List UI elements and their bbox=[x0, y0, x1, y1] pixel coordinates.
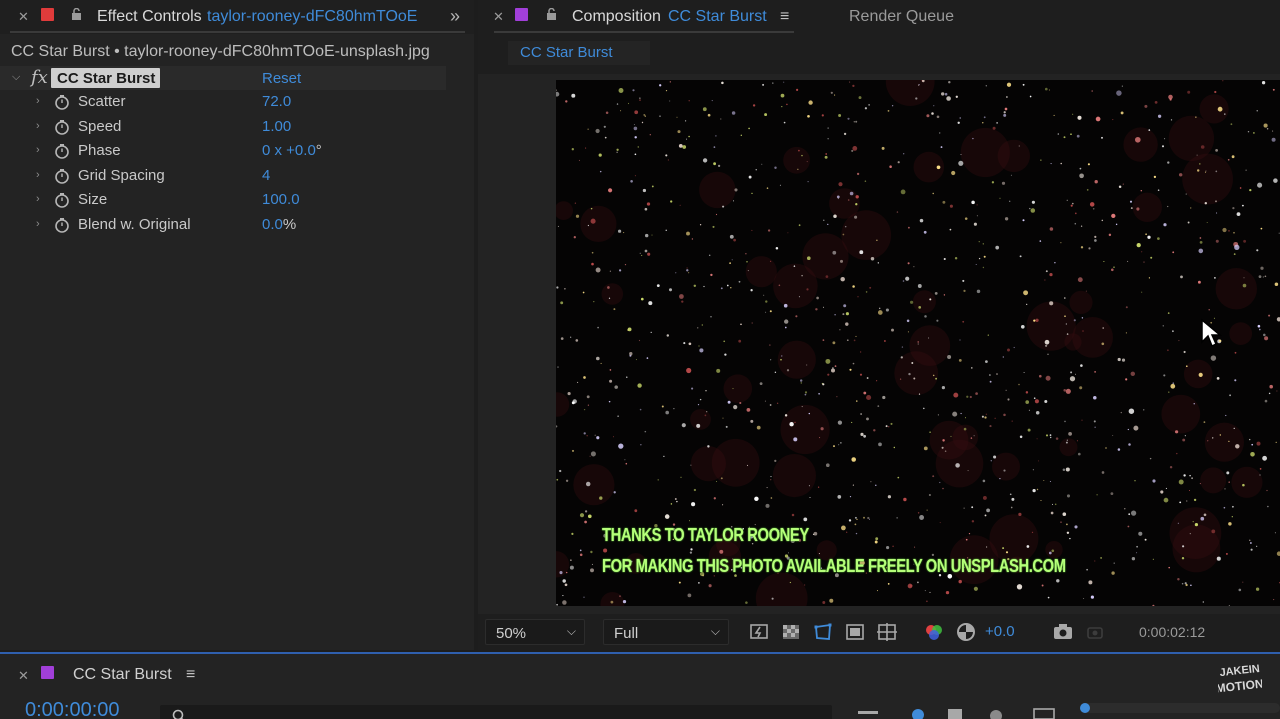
stopwatch-icon[interactable] bbox=[54, 192, 70, 208]
property-value-number[interactable]: 0 x +0.0 bbox=[262, 142, 316, 159]
current-time-display[interactable]: 0:00:02:12 bbox=[1139, 624, 1205, 640]
grid-guides-icon[interactable] bbox=[876, 621, 898, 643]
composition-subtab-label[interactable]: CC Star Burst bbox=[520, 44, 613, 61]
twirl-right-icon[interactable]: › bbox=[36, 95, 40, 107]
credit-line-1: THANKS TO TAYLOR ROONEY bbox=[602, 525, 809, 545]
render-queue-tab[interactable]: Render Queue bbox=[849, 8, 954, 26]
twirl-right-icon[interactable]: › bbox=[36, 120, 40, 132]
composition-tab-label[interactable]: Composition bbox=[572, 8, 661, 26]
property-unit: ° bbox=[315, 142, 322, 159]
timeline-search-input[interactable] bbox=[160, 705, 832, 719]
timeline-current-time[interactable]: 0:00:00:00 bbox=[25, 699, 120, 719]
effect-controls-tab-source[interactable]: taylor-rooney-dFC80hmTOoE bbox=[207, 8, 417, 26]
exposure-value[interactable]: +0.0 bbox=[985, 623, 1015, 640]
timeline-tab-label[interactable]: CC Star Burst bbox=[73, 666, 172, 684]
show-snapshot-icon[interactable] bbox=[1084, 621, 1106, 643]
stopwatch-icon[interactable] bbox=[54, 119, 70, 135]
property-value[interactable]: 72.0 bbox=[262, 93, 291, 110]
twirl-down-icon[interactable]: ⌵ bbox=[12, 71, 20, 84]
stopwatch-icon[interactable] bbox=[54, 143, 70, 159]
lock-icon[interactable] bbox=[546, 8, 557, 20]
composition-color-swatch bbox=[515, 8, 528, 21]
property-row[interactable]: › Speed 1.00 bbox=[0, 115, 446, 140]
camera-snapshot-icon[interactable] bbox=[1052, 621, 1074, 643]
chevron-down-icon: ⌵ bbox=[566, 624, 576, 638]
mouse-cursor-icon bbox=[1201, 318, 1222, 348]
transparency-grid-icon[interactable] bbox=[780, 621, 802, 643]
property-row[interactable]: › Scatter 72.0 bbox=[0, 90, 446, 115]
timeline-zoom-slider[interactable] bbox=[1080, 703, 1280, 713]
zoom-dropdown[interactable]: 50% ⌵ bbox=[485, 619, 585, 645]
mask-visibility-icon[interactable] bbox=[812, 621, 834, 643]
close-icon[interactable]: ✕ bbox=[493, 9, 504, 25]
layer-file-label: CC Star Burst • taylor-rooney-dFC80hmTOo… bbox=[11, 43, 430, 60]
search-icon bbox=[172, 709, 184, 719]
chevron-down-icon: ⌵ bbox=[710, 624, 720, 638]
svg-text:MOTION: MOTION bbox=[1218, 677, 1262, 696]
property-value-number[interactable]: 4 bbox=[262, 167, 270, 184]
property-row[interactable]: › Blend w. Original 0.0% bbox=[0, 213, 446, 238]
reset-button[interactable]: Reset bbox=[262, 70, 301, 87]
effect-color-swatch bbox=[41, 8, 54, 21]
channel-icon[interactable] bbox=[923, 621, 945, 643]
twirl-right-icon[interactable]: › bbox=[36, 169, 40, 181]
tab-underline bbox=[10, 31, 465, 33]
property-value-number[interactable]: 0.0 bbox=[262, 216, 283, 233]
stopwatch-icon[interactable] bbox=[54, 217, 70, 233]
resolution-value: Full bbox=[614, 625, 639, 642]
watermark-logo: JAKEIN MOTION bbox=[1218, 663, 1262, 696]
property-value[interactable]: 0 x +0.0° bbox=[262, 142, 322, 159]
twirl-right-icon[interactable]: › bbox=[36, 144, 40, 156]
fast-previews-icon[interactable] bbox=[748, 621, 770, 643]
composition-viewer[interactable]: THANKS TO TAYLOR ROONEY FOR MAKING THIS … bbox=[556, 80, 1280, 606]
panel-menu-icon[interactable]: ≡ bbox=[780, 8, 789, 26]
timeline-switches-icons[interactable] bbox=[856, 706, 1056, 719]
close-icon[interactable]: ✕ bbox=[18, 668, 29, 684]
property-name: Phase bbox=[78, 142, 121, 159]
credit-line-2: FOR MAKING THIS PHOTO AVAILABLE FREELY O… bbox=[602, 556, 1066, 576]
property-row[interactable]: › Size 100.0 bbox=[0, 188, 446, 213]
effect-controls-tab-label[interactable]: Effect Controls bbox=[97, 8, 202, 26]
property-unit: % bbox=[282, 216, 297, 233]
timeline-zoom-handle[interactable] bbox=[1080, 703, 1090, 713]
reset-exposure-icon[interactable] bbox=[955, 621, 977, 643]
property-row[interactable]: › Grid Spacing 4 bbox=[0, 164, 446, 189]
timeline-color-swatch bbox=[41, 666, 54, 679]
tab-underline bbox=[494, 31, 794, 33]
property-value[interactable]: 1.00 bbox=[262, 118, 291, 135]
close-icon[interactable]: ✕ bbox=[18, 9, 29, 25]
panel-menu-icon[interactable]: ≡ bbox=[186, 666, 195, 684]
property-name: Speed bbox=[78, 118, 122, 135]
lock-icon[interactable] bbox=[71, 8, 82, 20]
property-value[interactable]: 100.0 bbox=[262, 191, 300, 208]
property-name: Blend w. Original bbox=[78, 216, 191, 233]
property-name: Size bbox=[78, 191, 108, 208]
property-value[interactable]: 0.0% bbox=[262, 216, 296, 233]
stopwatch-icon[interactable] bbox=[54, 94, 70, 110]
property-name: Grid Spacing bbox=[78, 167, 165, 184]
region-of-interest-icon[interactable] bbox=[844, 621, 866, 643]
fx-toggle-icon[interactable]: fx bbox=[31, 67, 48, 88]
property-name: Scatter bbox=[78, 93, 126, 110]
property-row[interactable]: › Phase 0 x +0.0° bbox=[0, 139, 446, 164]
property-value-number[interactable]: 72.0 bbox=[262, 93, 291, 110]
composition-tab-name[interactable]: CC Star Burst bbox=[668, 8, 767, 26]
stopwatch-icon[interactable] bbox=[54, 168, 70, 184]
twirl-right-icon[interactable]: › bbox=[36, 193, 40, 205]
twirl-right-icon[interactable]: › bbox=[36, 218, 40, 230]
property-value-number[interactable]: 100.0 bbox=[262, 191, 300, 208]
effect-name[interactable]: CC Star Burst bbox=[57, 70, 155, 87]
resolution-dropdown[interactable]: Full ⌵ bbox=[603, 619, 729, 645]
panel-overflow-icon[interactable]: » bbox=[450, 6, 460, 27]
zoom-value: 50% bbox=[496, 625, 527, 642]
property-value-number[interactable]: 1.00 bbox=[262, 118, 291, 135]
property-value[interactable]: 4 bbox=[262, 167, 270, 184]
